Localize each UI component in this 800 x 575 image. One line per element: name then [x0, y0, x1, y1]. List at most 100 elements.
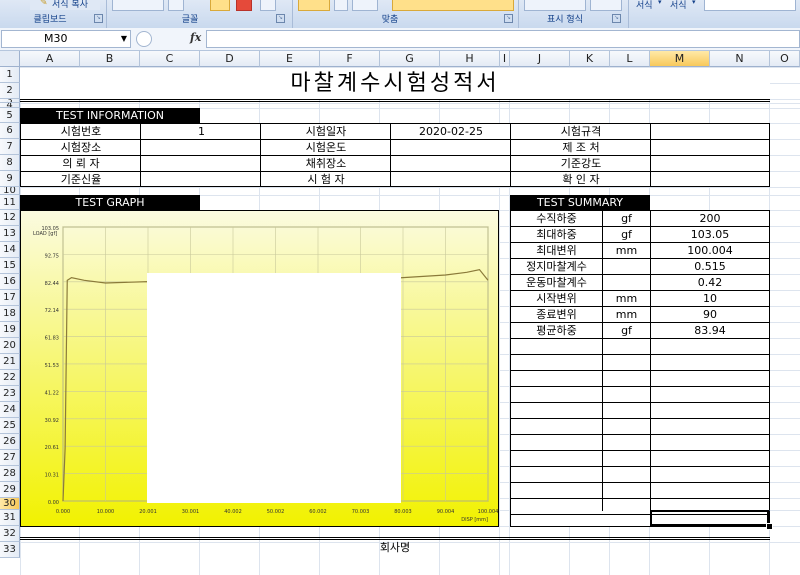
conditional-format-button[interactable]: 서식	[636, 0, 653, 11]
column-header-j[interactable]: J	[510, 51, 570, 67]
y-tick-label: 30.92	[45, 418, 59, 424]
info-value-2-5[interactable]	[651, 156, 771, 172]
formula-input[interactable]	[206, 30, 800, 48]
row-header-17[interactable]: 17	[0, 290, 20, 306]
row-header-18[interactable]: 18	[0, 306, 20, 322]
column-header-e[interactable]: E	[260, 51, 320, 67]
wrap-button[interactable]	[334, 0, 348, 11]
summary-value-6[interactable]: 90	[651, 307, 769, 323]
column-header-i[interactable]: I	[500, 51, 510, 67]
column-header-c[interactable]: C	[140, 51, 200, 67]
info-value-3-3[interactable]	[391, 172, 511, 188]
insert-function-icon[interactable]: fx	[190, 31, 201, 44]
row-header-13[interactable]: 13	[0, 226, 20, 242]
cell-styles-box[interactable]	[704, 0, 796, 11]
row-header-27[interactable]: 27	[0, 450, 20, 466]
merge-center-button[interactable]	[392, 0, 514, 11]
info-value-3-5[interactable]	[651, 172, 771, 188]
alignment-launcher-icon[interactable]: ↘	[504, 14, 513, 23]
conditional-format-dropdown-icon[interactable]: ▾	[658, 0, 662, 6]
row-header-28[interactable]: 28	[0, 466, 20, 482]
row-header-32[interactable]: 32	[0, 526, 20, 542]
row-header-22[interactable]: 22	[0, 370, 20, 386]
row-header-24[interactable]: 24	[0, 402, 20, 418]
info-value-2-1[interactable]	[141, 156, 261, 172]
summary-value-7[interactable]: 83.94	[651, 323, 769, 339]
column-header-b[interactable]: B	[80, 51, 140, 67]
row-header-15[interactable]: 15	[0, 258, 20, 274]
column-header-f[interactable]: F	[320, 51, 380, 67]
row-header-9[interactable]: 9	[0, 171, 20, 187]
column-header-k[interactable]: K	[570, 51, 610, 67]
row-header-26[interactable]: 26	[0, 434, 20, 450]
summary-value-4[interactable]: 0.42	[651, 275, 769, 291]
row-header-31[interactable]: 31	[0, 510, 20, 526]
fill-color-button[interactable]	[210, 0, 230, 11]
number-format-button[interactable]	[524, 0, 586, 11]
summary-value-0[interactable]: 200	[651, 211, 769, 227]
column-header-o[interactable]: O	[770, 51, 800, 67]
info-label-0-0: 시험번호	[60, 125, 102, 138]
font-launcher-icon[interactable]: ↘	[276, 14, 285, 23]
row-header-2[interactable]: 2	[0, 83, 20, 99]
row-header-20[interactable]: 20	[0, 338, 20, 354]
column-header-h[interactable]: H	[440, 51, 500, 67]
row-header-23[interactable]: 23	[0, 386, 20, 402]
info-value-3-1[interactable]	[141, 172, 261, 188]
align-button[interactable]	[298, 0, 330, 11]
row-header-33[interactable]: 33	[0, 542, 20, 558]
page-title: 마찰계수시험성적서	[20, 68, 770, 100]
info-value-1-5[interactable]	[651, 140, 771, 156]
summary-value-1[interactable]: 103.05	[651, 227, 769, 243]
row-header-12[interactable]: 12	[0, 210, 20, 226]
formula-control[interactable]	[136, 31, 152, 47]
info-value-1-1[interactable]	[141, 140, 261, 156]
font-size-box[interactable]	[112, 0, 164, 11]
column-header-d[interactable]: D	[200, 51, 260, 67]
row-header-30[interactable]: 30	[0, 498, 20, 510]
clipboard-launcher-icon[interactable]: ↘	[94, 14, 103, 23]
row-header-6[interactable]: 6	[0, 123, 20, 139]
row-header-1[interactable]: 1	[0, 67, 20, 83]
info-value-0-1[interactable]: 1	[141, 124, 261, 140]
summary-value-2[interactable]: 100.004	[651, 243, 769, 259]
summary-value-5[interactable]: 10	[651, 291, 769, 307]
row-header-19[interactable]: 19	[0, 322, 20, 338]
row-header-11[interactable]: 11	[0, 195, 20, 210]
x-axis-label: DISP [mm]	[461, 517, 488, 523]
table-format-dropdown-icon[interactable]: ▾	[692, 0, 696, 6]
row-header-10[interactable]: 10	[0, 187, 20, 195]
fill-handle[interactable]	[766, 523, 773, 530]
number-launcher-icon[interactable]: ↘	[612, 14, 621, 23]
select-all-corner[interactable]	[0, 51, 20, 67]
row-header-29[interactable]: 29	[0, 482, 20, 498]
row-header-21[interactable]: 21	[0, 354, 20, 370]
column-header-m[interactable]: M	[650, 51, 710, 67]
column-header-a[interactable]: A	[20, 51, 80, 67]
column-header-n[interactable]: N	[710, 51, 770, 67]
summary-value-3[interactable]: 0.515	[651, 259, 769, 275]
info-value-0-5[interactable]	[651, 124, 771, 140]
name-box-dropdown-icon[interactable]: ▼	[79, 31, 127, 47]
border-button[interactable]	[260, 0, 276, 11]
info-value-2-3[interactable]	[391, 156, 511, 172]
company-name: 회사명	[379, 541, 411, 554]
merge-button[interactable]	[352, 0, 378, 11]
row-header-8[interactable]: 8	[0, 155, 20, 171]
row-header-14[interactable]: 14	[0, 242, 20, 258]
column-header-l[interactable]: L	[610, 51, 650, 67]
font-color-button[interactable]	[236, 0, 252, 11]
column-header-g[interactable]: G	[380, 51, 440, 67]
font-color-box[interactable]	[168, 0, 184, 11]
name-box[interactable]: M30 ▼	[1, 30, 131, 48]
format-painter-button[interactable]: ✎ 서식 복사	[30, 0, 100, 10]
active-cell-m30[interactable]	[650, 510, 769, 526]
percent-button[interactable]	[590, 0, 622, 11]
table-format-button[interactable]: 서식	[670, 0, 687, 11]
info-value-0-3[interactable]: 2020-02-25	[391, 124, 511, 140]
row-header-16[interactable]: 16	[0, 274, 20, 290]
info-value-1-3[interactable]	[391, 140, 511, 156]
row-header-5[interactable]: 5	[0, 108, 20, 123]
row-header-7[interactable]: 7	[0, 139, 20, 155]
row-header-25[interactable]: 25	[0, 418, 20, 434]
